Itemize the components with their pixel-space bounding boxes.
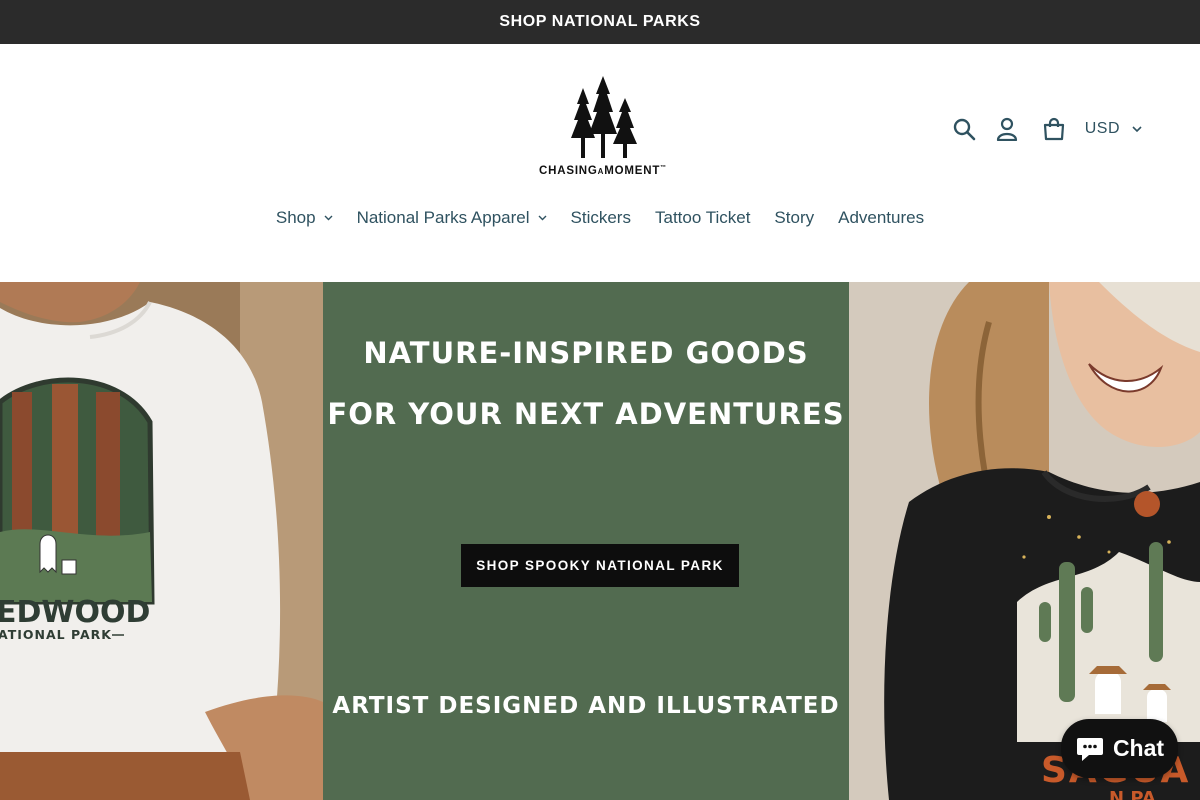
nav-item-national-parks-apparel[interactable]: National Parks Apparel bbox=[357, 208, 547, 228]
chevron-down-icon bbox=[1132, 125, 1142, 132]
announcement-bar[interactable]: SHOP NATIONAL PARKS bbox=[0, 0, 1200, 44]
shop-spooky-national-park-button[interactable]: SHOP SPOOKY NATIONAL PARK bbox=[461, 544, 739, 587]
left-shirt-print-text: EDWOOD bbox=[0, 595, 150, 630]
hero-text-panel: NATURE-INSPIRED GOODS FOR YOUR NEXT ADVE… bbox=[323, 282, 849, 800]
hero-headline-line-1: NATURE-INSPIRED GOODS bbox=[363, 336, 809, 370]
account-button[interactable] bbox=[992, 114, 1022, 144]
site-header: CHASINGAMOMENT™ USD Shop National Parks … bbox=[0, 44, 1200, 282]
redwood-sweatshirt-photo: EDWOOD ATIONAL PARK bbox=[0, 282, 323, 800]
main-navigation: Shop National Parks Apparel Stickers Tat… bbox=[0, 208, 1200, 228]
chat-bubble-icon bbox=[1076, 737, 1103, 761]
nav-item-stickers[interactable]: Stickers bbox=[571, 208, 631, 228]
nav-item-label: Story bbox=[774, 208, 815, 227]
logo-wordmark: CHASINGAMOMENT™ bbox=[539, 165, 667, 177]
cart-icon bbox=[1043, 117, 1064, 141]
nav-item-label: Stickers bbox=[570, 208, 631, 227]
nav-item-story[interactable]: Story bbox=[774, 208, 814, 228]
hero-banner: EDWOOD ATIONAL PARK NATURE-INSPIRED GOOD… bbox=[0, 282, 1200, 800]
announcement-text[interactable]: SHOP NATIONAL PARKS bbox=[499, 13, 700, 31]
search-icon bbox=[953, 118, 976, 141]
cart-button[interactable] bbox=[1039, 114, 1069, 144]
nav-item-label: Adventures bbox=[838, 208, 925, 227]
chevron-down-icon bbox=[324, 215, 333, 221]
brand-logo[interactable]: CHASINGAMOMENT™ bbox=[536, 76, 670, 184]
right-shirt-print-subtext: N PA bbox=[1109, 788, 1156, 800]
chat-button[interactable]: Chat bbox=[1061, 719, 1178, 778]
nav-item-label: Shop bbox=[275, 208, 316, 227]
nav-item-label: Tattoo Ticket bbox=[654, 208, 751, 227]
nav-item-adventures[interactable]: Adventures bbox=[838, 208, 924, 228]
nav-item-label: National Parks Apparel bbox=[356, 208, 530, 227]
pine-trees-logo-icon bbox=[571, 76, 637, 158]
search-button[interactable] bbox=[949, 114, 979, 144]
header-actions: USD bbox=[949, 114, 1142, 144]
nav-item-tattoo-ticket[interactable]: Tattoo Ticket bbox=[655, 208, 750, 228]
chevron-down-icon bbox=[538, 215, 547, 221]
chat-label: Chat bbox=[1112, 735, 1165, 761]
nav-item-shop[interactable]: Shop bbox=[276, 208, 333, 228]
currency-selector[interactable]: USD bbox=[1085, 120, 1142, 138]
currency-value: USD bbox=[1084, 120, 1120, 137]
account-icon bbox=[996, 117, 1017, 141]
hero-headline-line-2: FOR YOUR NEXT ADVENTURES bbox=[327, 397, 845, 431]
left-shirt-print-subtext: ATIONAL PARK bbox=[0, 627, 112, 642]
hero-image-left: EDWOOD ATIONAL PARK bbox=[0, 282, 323, 800]
hero-tagline: ARTIST DESIGNED AND ILLUSTRATED bbox=[332, 693, 840, 719]
